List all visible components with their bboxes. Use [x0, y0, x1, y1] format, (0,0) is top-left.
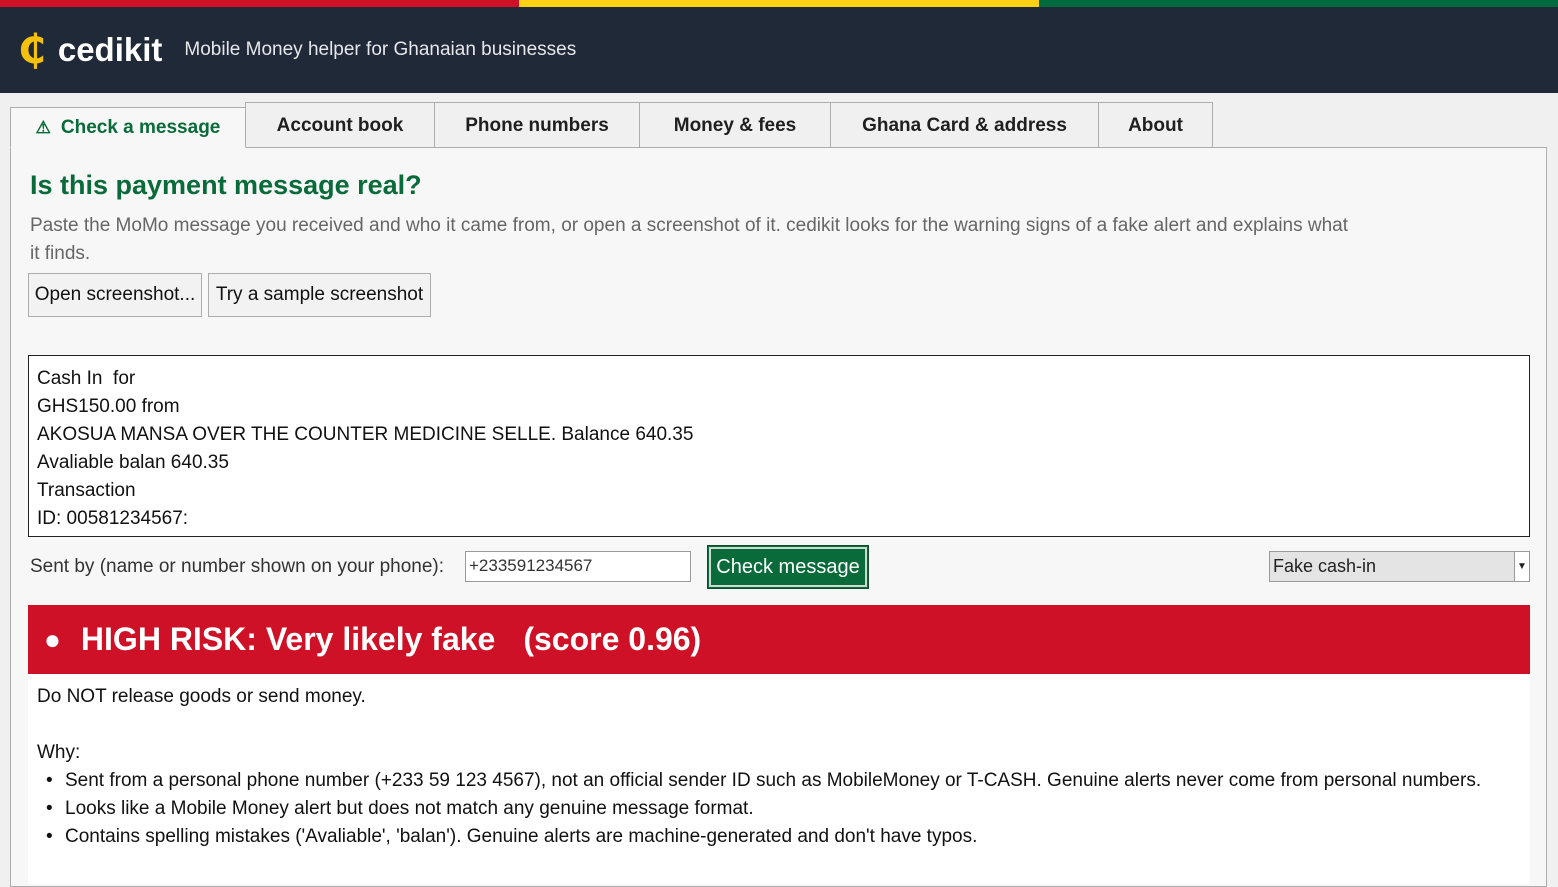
tab-bar: ⚠ Check a message Account book Phone num… [10, 101, 1213, 148]
ghana-flag-stripe [0, 0, 1558, 7]
tab-phone-numbers[interactable]: Phone numbers [434, 102, 640, 148]
sent-by-input[interactable]: +233591234567 [465, 551, 691, 582]
tab-ghana-card-address[interactable]: Ghana Card & address [830, 102, 1099, 148]
bullet-icon: • [46, 798, 53, 819]
risk-label: HIGH RISK: Very likely fake [80, 621, 496, 657]
tab-label: About [1128, 114, 1183, 136]
tab-check-message[interactable]: ⚠ Check a message [10, 107, 246, 148]
warning-icon: ⚠ [35, 117, 51, 137]
result-details: Do NOT release goods or send money. Why:… [28, 674, 1530, 884]
tab-label: Account book [276, 114, 404, 136]
message-textarea[interactable]: Cash In for GHS150.00 from AKOSUA MANSA … [28, 355, 1530, 537]
flag-red-stripe [0, 0, 520, 7]
why-label: Why: [37, 742, 81, 763]
tab-label: Ghana Card & address [862, 114, 1067, 136]
tab-label: Phone numbers [465, 114, 609, 136]
risk-dot-icon: ● [44, 623, 61, 655]
flag-green-stripe [1038, 0, 1558, 7]
cedi-logo-icon: ₵ [18, 27, 46, 73]
bullet-icon: • [46, 826, 53, 847]
check-message-button[interactable]: Check message [707, 545, 869, 589]
reason-text: Looks like a Mobile Money alert but does… [65, 798, 754, 819]
reason-text: Sent from a personal phone number (+233 … [65, 770, 1482, 791]
page-description: Paste the MoMo message you received and … [30, 215, 1349, 264]
tab-about[interactable]: About [1098, 102, 1213, 148]
app-header: ₵ cedikit Mobile Money helper for Ghanai… [0, 7, 1558, 93]
flag-yellow-stripe [519, 0, 1039, 7]
sample-screenshot-button[interactable]: Try a sample screenshot [208, 273, 431, 317]
bullet-icon: • [46, 770, 53, 791]
advice-text: Do NOT release goods or send money. [37, 686, 366, 707]
sample-type-value: Fake cash-in [1273, 556, 1377, 576]
page-title: Is this payment message real? [30, 170, 422, 200]
sample-type-select[interactable]: Fake cash-in ▼ [1269, 551, 1530, 582]
open-screenshot-button[interactable]: Open screenshot... [28, 273, 202, 317]
dropdown-arrow-icon[interactable]: ▼ [1514, 552, 1529, 581]
app-tagline: Mobile Money helper for Ghanaian busines… [184, 39, 577, 60]
sent-by-label: Sent by (name or number shown on your ph… [30, 556, 445, 577]
tab-money-fees[interactable]: Money & fees [639, 102, 831, 148]
tab-label: Money & fees [673, 114, 797, 136]
reason-text: Contains spelling mistakes ('Avaliable',… [65, 826, 978, 847]
risk-score: (score 0.96) [523, 621, 702, 657]
tab-account-book[interactable]: Account book [245, 102, 435, 148]
app-name: cedikit [57, 31, 163, 68]
risk-banner: ● HIGH RISK: Very likely fake (score 0.9… [28, 605, 1530, 674]
tab-label: Check a message [60, 116, 221, 138]
